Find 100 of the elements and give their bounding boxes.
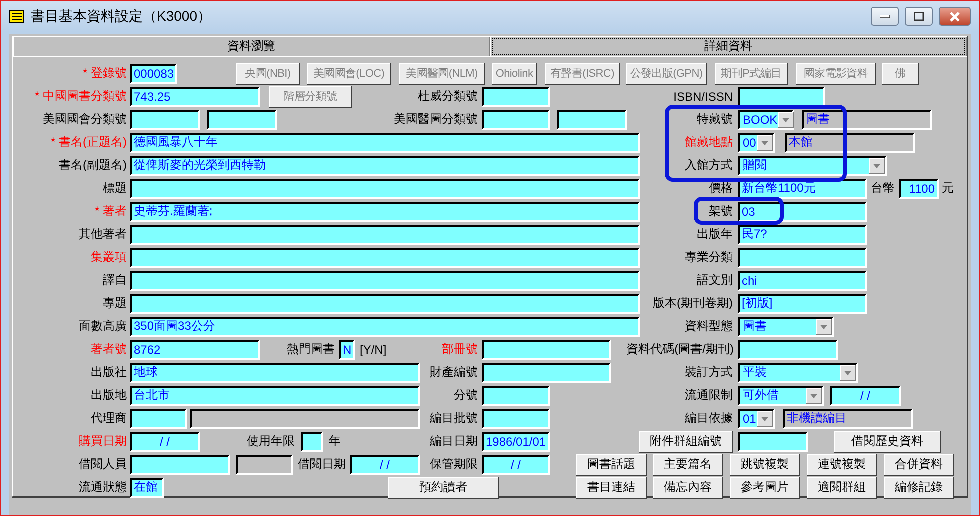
input-field[interactable]: 地球 — [130, 362, 420, 382]
field-label: 架號 — [708, 203, 733, 220]
input-field[interactable]: 從俾斯麥的光榮到西特勒 — [130, 156, 640, 176]
action-button[interactable]: 附件群組編號 — [639, 430, 733, 452]
field-label: 流通狀態 — [78, 479, 127, 496]
input-field[interactable] — [130, 224, 640, 244]
field-label: 部冊號 — [441, 341, 478, 358]
readonly-field: 非機讀編目 — [783, 408, 913, 428]
maximize-button[interactable] — [905, 7, 933, 26]
maximize-icon — [914, 12, 924, 21]
action-button[interactable]: 連號複製 — [807, 454, 877, 476]
input-field[interactable] — [482, 386, 550, 406]
action-button[interactable]: 圖書話題 — [576, 454, 647, 476]
dropdown[interactable]: 贈閱 — [738, 156, 887, 176]
input-field[interactable]: 在館 — [130, 478, 164, 498]
field-label: 版本(期刊卷期) — [652, 295, 733, 312]
field-label: 借閱人員 — [78, 456, 127, 473]
minimize-button[interactable] — [871, 7, 899, 26]
action-button[interactable]: 備忘內容 — [653, 476, 723, 498]
tab[interactable]: 資料瀏覽 — [13, 37, 490, 56]
input-field[interactable] — [130, 454, 230, 474]
input-field[interactable]: / / — [350, 454, 420, 474]
field-label: 杜威分類號 — [417, 88, 478, 105]
field-label: 集叢項 — [90, 249, 127, 266]
tab[interactable]: 詳細資料 — [490, 37, 967, 56]
input-field[interactable] — [130, 408, 187, 428]
input-field[interactable]: 000083 — [130, 64, 177, 84]
input-field[interactable] — [301, 432, 323, 452]
input-field[interactable] — [130, 178, 640, 198]
action-button[interactable]: 編修記錄 — [884, 476, 954, 498]
input-field[interactable]: N — [339, 340, 355, 360]
window-title: 書目基本資料設定（K3000） — [31, 8, 212, 26]
action-button[interactable]: 主要篇名 — [653, 454, 723, 476]
input-field[interactable]: 台北市 — [130, 386, 420, 406]
input-field[interactable] — [738, 340, 838, 360]
action-button[interactable]: 適閱群組 — [807, 476, 877, 498]
dropdown[interactable]: 圖書 — [738, 316, 834, 336]
input-field[interactable]: chi — [738, 270, 867, 290]
dropdown[interactable]: 可外借 — [738, 386, 824, 406]
input-field[interactable] — [482, 86, 550, 106]
input-field[interactable] — [130, 110, 200, 130]
field-label: 譯自 — [102, 272, 127, 289]
field-label: 出版地 — [90, 387, 127, 404]
action-button[interactable]: 預約讀者 — [388, 476, 499, 498]
close-icon — [949, 12, 961, 22]
field-label: 分號 — [453, 387, 478, 404]
input-field[interactable] — [482, 408, 550, 428]
input-field[interactable]: 1986/01/01 — [482, 432, 550, 452]
input-field[interactable]: / / — [482, 454, 550, 474]
input-field[interactable] — [738, 86, 825, 106]
input-field[interactable] — [130, 270, 640, 290]
input-field[interactable] — [738, 432, 808, 452]
field-label: * 登錄號 — [82, 65, 127, 82]
input-field[interactable] — [482, 340, 611, 360]
dropdown[interactable]: BOOK — [738, 110, 794, 130]
input-field[interactable] — [557, 110, 627, 130]
action-button[interactable]: 參考圖片 — [730, 476, 800, 498]
field-label: * 著者 — [94, 203, 127, 220]
input-field[interactable] — [207, 110, 277, 130]
action-button[interactable]: 合併資料 — [884, 454, 954, 476]
input-field[interactable]: 350面圖33公分 — [130, 316, 640, 336]
dropdown[interactable]: 平裝 — [738, 362, 858, 382]
input-field[interactable]: 德國風暴八十年 — [130, 132, 640, 152]
input-field[interactable] — [130, 294, 640, 314]
input-field[interactable] — [482, 362, 611, 382]
input-field[interactable] — [738, 248, 867, 268]
field-label: 面數高廣 — [78, 318, 127, 335]
close-button[interactable] — [939, 7, 971, 26]
field-label: 編目依據 — [684, 410, 733, 427]
field-label: 著者號 — [90, 341, 127, 358]
field-label: 資料代碼(圖書/期刊) — [626, 341, 734, 358]
field-label: 語文別 — [696, 272, 733, 289]
field-label: 編目批號 — [429, 410, 478, 427]
field-label: 特藏號 — [696, 111, 733, 128]
input-field[interactable] — [482, 110, 550, 130]
action-button[interactable]: 跳號複製 — [730, 454, 800, 476]
field-label: 專業分類 — [684, 249, 733, 266]
unit-label: 元 — [942, 180, 955, 197]
input-field[interactable]: / / — [830, 386, 901, 406]
input-field[interactable]: [初版] — [738, 294, 867, 314]
field-label: 借閱日期 — [297, 456, 346, 473]
input-field[interactable]: 743.25 — [130, 86, 260, 106]
input-field[interactable]: 民7? — [738, 224, 867, 244]
input-field[interactable]: / / — [130, 432, 200, 452]
action-button[interactable]: 書目連結 — [576, 476, 647, 498]
input-field[interactable] — [130, 248, 640, 268]
field-label: * 中國圖書分類號 — [34, 88, 127, 105]
field-label: 書名(副題名) — [58, 157, 127, 174]
form-icon — [9, 8, 25, 24]
field-label: 使用年限 — [246, 433, 295, 450]
field-label: 編目日期 — [429, 433, 478, 450]
readonly-field: 圖書 — [802, 110, 932, 130]
input-field[interactable]: 03 — [738, 202, 867, 222]
field-label: 保管期限 — [429, 456, 478, 473]
dropdown[interactable]: 00 — [738, 132, 775, 152]
input-field[interactable]: 8762 — [130, 340, 260, 360]
action-button[interactable]: 借閱歷史資料 — [834, 430, 941, 452]
input-field[interactable]: 史蒂芬.羅蘭著; — [130, 202, 640, 222]
dropdown[interactable]: 01 — [738, 408, 775, 428]
input-field[interactable]: 1100 — [899, 178, 939, 198]
